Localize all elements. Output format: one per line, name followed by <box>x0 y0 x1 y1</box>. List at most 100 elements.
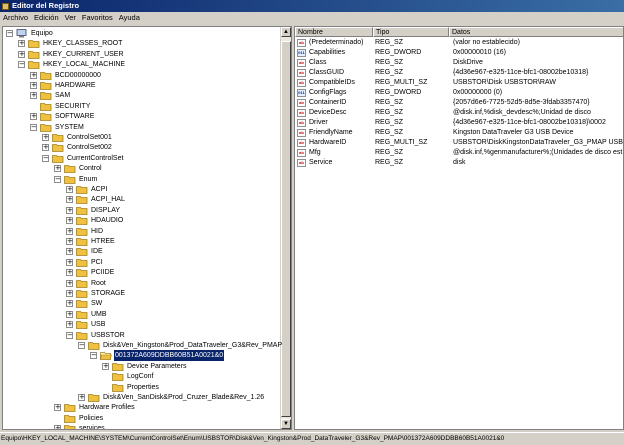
tree-node-label[interactable]: ControlSet002 <box>66 142 113 153</box>
tree-node[interactable]: − Enum <box>3 174 281 185</box>
tree-node[interactable]: − Disk&Ven_Kingston&Prod_DataTraveler_G3&… <box>3 340 283 351</box>
expand-icon[interactable]: + <box>66 248 73 256</box>
expand-icon[interactable]: + <box>66 196 73 204</box>
menu-ayuda[interactable]: Ayuda <box>116 13 143 22</box>
tree-node[interactable]: SECURITY <box>3 101 281 112</box>
tree-node-label[interactable]: 001372A609DDBB60B51A0021&0 <box>114 350 225 362</box>
tree-node[interactable]: + DISPLAY <box>3 205 281 216</box>
tree-node-label[interactable]: SW <box>90 298 103 309</box>
tree-node-label[interactable]: SECURITY <box>54 101 91 112</box>
value-row[interactable]: ab CompatibleIDs REG_MULTI_SZ USBSTOR\Disk … <box>295 78 623 88</box>
tree-node-label[interactable]: BCD00000000 <box>54 70 102 81</box>
scroll-up-icon[interactable]: ▲ <box>281 27 291 37</box>
tree-node-label[interactable]: Root <box>90 278 107 289</box>
expand-icon[interactable]: + <box>66 300 73 308</box>
collapse-icon[interactable]: − <box>18 61 25 69</box>
value-row[interactable]: 011 Capabilities REG_DWORD 0x00000010 (16) <box>295 48 623 58</box>
value-row[interactable]: ab ClassGUID REG_SZ {4d36e967-e325-11ce-bfc… <box>295 68 623 78</box>
expand-icon[interactable]: + <box>54 404 61 412</box>
tree-node[interactable]: + ACPI <box>3 184 281 195</box>
tree-node[interactable]: + PCIIDE <box>3 267 281 278</box>
tree-node[interactable]: + HID <box>3 226 281 237</box>
tree-node[interactable]: + Device Parameters <box>3 361 281 372</box>
tree-node-label[interactable]: ControlSet001 <box>66 132 113 143</box>
tree-node[interactable]: + SAM <box>3 90 281 101</box>
tree-node-label[interactable]: USBSTOR <box>90 330 126 341</box>
tree-node-label[interactable]: Disk&Ven_Kingston&Prod_DataTraveler_G3&R… <box>102 340 283 351</box>
expand-icon[interactable]: + <box>42 134 49 141</box>
expand-icon[interactable]: + <box>66 279 73 287</box>
tree-node-label[interactable]: ACPI <box>90 184 108 195</box>
collapse-icon[interactable]: − <box>66 331 73 339</box>
value-row[interactable]: ab Service REG_SZ disk <box>295 158 623 168</box>
value-row[interactable]: ab ContainerID REG_SZ {2057d6e6-7725-52d5-8… <box>295 98 623 108</box>
expand-icon[interactable]: + <box>66 310 73 318</box>
expand-icon[interactable]: + <box>78 394 85 401</box>
menu-favoritos[interactable]: Favoritos <box>79 13 116 22</box>
expand-icon[interactable]: + <box>30 82 37 89</box>
expand-icon[interactable]: + <box>18 50 25 58</box>
tree-node[interactable]: + Hardware Profiles <box>3 402 281 413</box>
menu-edicion[interactable]: Edición <box>31 13 62 22</box>
collapse-icon[interactable]: − <box>6 30 13 37</box>
expand-icon[interactable]: + <box>66 290 73 297</box>
expand-icon[interactable]: + <box>66 206 73 214</box>
tree-node[interactable]: + USB <box>3 319 281 330</box>
expand-icon[interactable]: + <box>42 144 49 152</box>
value-row[interactable]: ab Class REG_SZ DiskDrive <box>295 58 623 68</box>
column-header-nombre[interactable]: Nombre <box>295 27 373 37</box>
collapse-icon[interactable]: − <box>30 123 37 131</box>
expand-icon[interactable]: + <box>66 238 73 245</box>
tree-node[interactable]: + SW <box>3 298 281 309</box>
expand-icon[interactable]: + <box>66 227 73 235</box>
tree-node[interactable]: + ControlSet002 <box>3 142 281 153</box>
tree-node-label[interactable]: SYSTEM <box>54 122 85 133</box>
tree-node-label[interactable]: Device Parameters <box>126 361 188 372</box>
menu-ver[interactable]: Ver <box>62 13 79 22</box>
tree-node-label[interactable]: HDAUDIO <box>90 215 124 226</box>
tree-node-label[interactable]: HKEY_CURRENT_USER <box>42 49 125 60</box>
tree-node-label[interactable]: SAM <box>54 90 71 101</box>
expand-icon[interactable]: + <box>54 425 61 429</box>
expand-icon[interactable]: + <box>54 165 61 173</box>
value-row[interactable]: ab HardwareID REG_MULTI_SZ USBSTOR\DiskKing… <box>295 138 623 148</box>
tree-node-label[interactable]: HARDWARE <box>54 80 97 91</box>
value-row[interactable]: ab FriendlyName REG_SZ Kingston DataTravele… <box>295 128 623 138</box>
tree-node[interactable]: + STORAGE <box>3 288 281 299</box>
tree-node-label[interactable]: LogConf <box>126 371 154 382</box>
tree-node-label[interactable]: HTREE <box>90 236 116 247</box>
tree-node-label[interactable]: PCIIDE <box>90 267 115 278</box>
tree-node[interactable]: Policies <box>3 413 281 424</box>
tree-node-label[interactable]: services <box>78 423 106 429</box>
tree-node[interactable]: + UMB <box>3 309 281 320</box>
values-list[interactable]: Nombre Tipo Datos ab (Predeterminado) REG_… <box>294 26 624 430</box>
tree-node-label[interactable]: UMB <box>90 309 108 320</box>
registry-tree[interactable]: ▲ ▼ − Equipo + HKEY_CLASSES_ROOT + HKEY_CURRE… <box>2 26 292 430</box>
tree-node[interactable]: + Root <box>3 278 281 289</box>
tree-node-label[interactable]: HID <box>90 226 104 237</box>
tree-node-label[interactable]: USB <box>90 319 106 330</box>
tree-node[interactable]: − SYSTEM <box>3 122 281 133</box>
expand-icon[interactable]: + <box>66 217 73 225</box>
column-header-tipo[interactable]: Tipo <box>373 27 449 37</box>
tree-node[interactable]: + ACPI_HAL <box>3 194 281 205</box>
value-row[interactable]: ab (Predeterminado) REG_SZ (valor no establ… <box>295 38 623 48</box>
tree-node[interactable]: + SOFTWARE <box>3 111 281 122</box>
tree-node[interactable]: − USBSTOR <box>3 330 281 341</box>
expand-icon[interactable]: + <box>30 113 37 121</box>
value-row[interactable]: ab Mfg REG_SZ @disk.inf,%genmanufacturer%;(… <box>295 148 623 158</box>
tree-scrollbar[interactable]: ▲ ▼ <box>280 27 291 429</box>
tree-node[interactable]: + HDAUDIO <box>3 215 281 226</box>
tree-node[interactable]: + Disk&Ven_SanDisk&Prod_Cruzer_Blade&Rev_… <box>3 392 281 403</box>
expand-icon[interactable]: + <box>18 40 25 48</box>
expand-icon[interactable]: + <box>30 71 37 79</box>
value-row[interactable]: 011 ConfigFlags REG_DWORD 0x00000000 (0) <box>295 88 623 98</box>
tree-node[interactable]: + BCD00000000 <box>3 70 281 81</box>
tree-node[interactable]: + HKEY_CURRENT_USER <box>3 49 281 60</box>
tree-node[interactable]: Properties <box>3 382 281 393</box>
tree-node[interactable]: − Equipo <box>3 28 281 39</box>
tree-node-label[interactable]: PCI <box>90 257 104 268</box>
tree-node[interactable]: + HKEY_CLASSES_ROOT <box>3 38 281 49</box>
tree-node[interactable]: − CurrentControlSet <box>3 153 281 164</box>
collapse-icon[interactable]: − <box>90 352 97 360</box>
